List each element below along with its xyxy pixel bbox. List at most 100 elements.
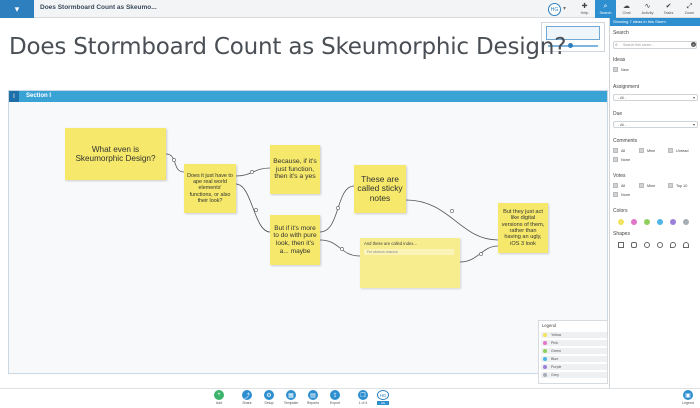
- sticky-note[interactable]: These are called sticky notes: [354, 165, 406, 213]
- top-bar: ▾ Does Stormboard Count as Skeumo... HG …: [0, 0, 700, 18]
- cloud-shape-icon[interactable]: [683, 242, 689, 248]
- template-button[interactable]: ▦ Template: [282, 390, 300, 405]
- comments-all-checkbox[interactable]: [613, 148, 618, 153]
- chat-label: Chat: [622, 11, 631, 15]
- purple-filter-swatch[interactable]: [670, 219, 676, 225]
- activity-button[interactable]: ∿ Activity: [637, 0, 658, 18]
- assignment-select[interactable]: - All - ▾: [613, 94, 698, 101]
- due-value: - All -: [618, 123, 627, 127]
- tasks-button[interactable]: ✔ Tasks: [658, 0, 679, 18]
- setup-label: Setup: [264, 401, 274, 405]
- legend-item[interactable]: Grey: [541, 372, 607, 379]
- help-button[interactable]: ✚ Help: [574, 0, 595, 18]
- legend-icon: ▣: [683, 390, 693, 400]
- storm-title-tab[interactable]: Does Stormboard Count as Skeumo...: [40, 4, 157, 11]
- search-button[interactable]: ⌕ Search: [595, 0, 616, 18]
- export-icon: ⇪: [330, 390, 340, 400]
- export-button[interactable]: ⇪ Export: [326, 390, 344, 405]
- index-card-title: And these are called index...: [364, 241, 417, 246]
- chat-icon: ☁: [623, 3, 630, 10]
- comments-unread-label: Unread: [676, 149, 689, 153]
- votes-top-checkbox[interactable]: [668, 183, 673, 188]
- page-indicator-label: 1 of 4: [358, 401, 368, 405]
- setup-button[interactable]: ⚙ Setup: [260, 390, 278, 405]
- votes-mine-label: Mine: [647, 184, 656, 188]
- grey-filter-swatch[interactable]: [683, 219, 689, 225]
- sticky-note[interactable]: What even is Skeumorphic Design?: [65, 128, 166, 180]
- sticky-note-text: But they just act like digital versions …: [501, 208, 545, 247]
- template-label: Template: [283, 401, 299, 405]
- reports-button[interactable]: ▤ Reports: [304, 390, 322, 405]
- circle-shape-icon[interactable]: [644, 242, 650, 248]
- square-shape-icon[interactable]: [618, 242, 624, 248]
- legend-item[interactable]: Green: [541, 348, 607, 355]
- votes-mine-checkbox[interactable]: [639, 183, 644, 188]
- pink-filter-swatch[interactable]: [631, 219, 637, 225]
- chevron-down-icon[interactable]: ▾: [563, 5, 566, 12]
- help-label: Help: [580, 11, 589, 15]
- page-indicator[interactable]: ❐ 1 of 4: [354, 390, 372, 405]
- zoom-button[interactable]: ⤢ Zoom: [679, 0, 700, 18]
- tasks-label: Tasks: [663, 11, 674, 15]
- green-color-icon: [543, 349, 547, 353]
- speech-bubble-shape-icon[interactable]: [670, 242, 676, 248]
- due-select[interactable]: - All - ▾: [613, 121, 698, 128]
- ideas-new-label: New: [621, 68, 629, 72]
- activity-label: Activity: [641, 11, 654, 15]
- sticky-note[interactable]: Because, if it's just function, then it'…: [270, 145, 320, 194]
- index-card[interactable]: And these are called index... For obviou…: [360, 238, 460, 288]
- grey-color-icon: [543, 373, 547, 377]
- chat-button[interactable]: ☁ Chat: [616, 0, 637, 18]
- legend-item[interactable]: Pink: [541, 340, 607, 347]
- legend-button[interactable]: ▣ Legend: [679, 390, 697, 405]
- votes-all-checkbox[interactable]: [613, 183, 618, 188]
- blue-filter-swatch[interactable]: [657, 219, 663, 225]
- legend-item[interactable]: Blue: [541, 356, 607, 363]
- results-banner: Showing 7 ideas in this Storm: [610, 18, 700, 26]
- activity-icon: ∿: [644, 3, 651, 10]
- clear-search-icon[interactable]: ×: [691, 42, 696, 47]
- comments-mine-checkbox[interactable]: [639, 148, 644, 153]
- assignment-heading: Assignment: [613, 84, 640, 90]
- comments-mine-label: Mine: [647, 149, 656, 153]
- sticky-note[interactable]: But if it's more to do with pure look, t…: [270, 215, 320, 265]
- section-header[interactable]: I Section I: [9, 91, 607, 102]
- comments-heading: Comments: [613, 138, 638, 144]
- legend-label: Purple: [551, 365, 562, 369]
- sticky-note-text: But if it's more to do with pure look, t…: [273, 224, 317, 255]
- legend-item[interactable]: Purple: [541, 364, 607, 371]
- legend-label: Green: [551, 349, 561, 353]
- share-button[interactable]: ⤴ Share: [238, 390, 256, 405]
- add-button[interactable]: + Add: [210, 390, 228, 405]
- votes-none-label: None: [621, 193, 631, 197]
- green-filter-swatch[interactable]: [644, 219, 650, 225]
- legend-button-label: Legend: [682, 401, 694, 405]
- votes-none-checkbox[interactable]: [613, 192, 618, 197]
- oval-shape-icon[interactable]: [657, 242, 663, 248]
- sticky-note[interactable]: Does it just have to ape real world elem…: [184, 164, 236, 213]
- card-shape-icon[interactable]: [631, 242, 637, 248]
- export-label: Export: [329, 401, 341, 405]
- menu-dropdown-button[interactable]: ▾: [0, 0, 34, 18]
- zoom-slider-handle[interactable]: [568, 43, 573, 48]
- bottom-toolbar: + Add ⤴ Share ⚙ Setup ▦ Template ▤ Reports ⇪ E…: [0, 388, 700, 408]
- votes-top-label: Top 10: [676, 184, 688, 188]
- search-input[interactable]: Search this storm...: [613, 41, 697, 49]
- purple-color-icon: [543, 365, 547, 369]
- ideas-new-checkbox[interactable]: [613, 67, 618, 72]
- index-card-line: For obvious reasons: [364, 249, 454, 255]
- page-title: Does Stormboard Count as Skeumorphic Des…: [9, 34, 567, 60]
- sticky-note[interactable]: But they just act like digital versions …: [498, 203, 548, 253]
- user-menu[interactable]: HG HG: [374, 390, 392, 405]
- user-avatar[interactable]: HG: [548, 3, 561, 16]
- legend-label: Pink: [551, 341, 558, 345]
- share-label: Share: [242, 401, 252, 405]
- search-icon: ⌕: [603, 3, 608, 10]
- legend-item[interactable]: Yellow: [541, 332, 607, 339]
- yellow-filter-swatch[interactable]: [618, 219, 624, 225]
- comments-all-label: All: [621, 149, 626, 153]
- comments-unread-checkbox[interactable]: [668, 148, 673, 153]
- search-filter-panel: Showing 7 ideas in this Storm Search ⌕ S…: [609, 18, 700, 390]
- comments-none-checkbox[interactable]: [613, 157, 618, 162]
- zoom-label: Zoom: [684, 11, 695, 15]
